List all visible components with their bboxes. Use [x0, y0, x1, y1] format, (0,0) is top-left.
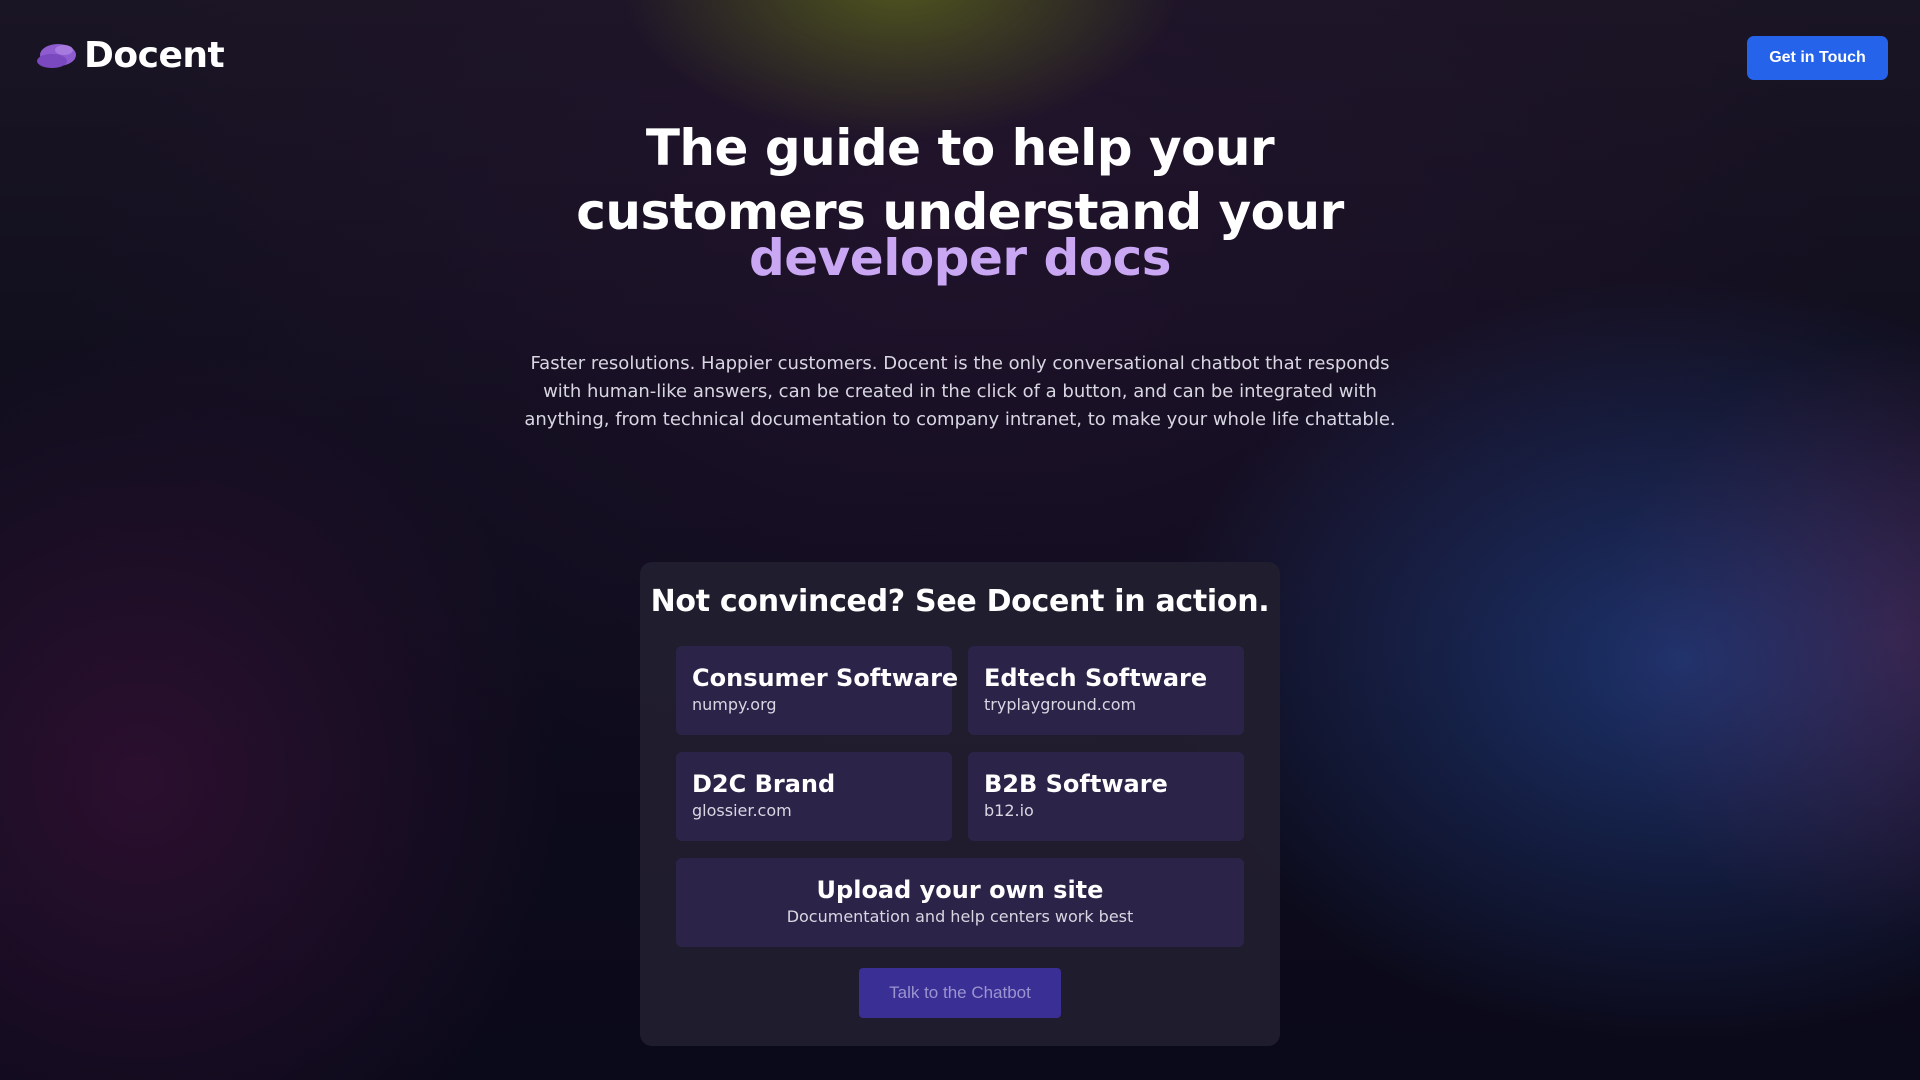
demo-option-subtitle: numpy.org [692, 695, 777, 714]
brand-name: Docent [84, 35, 225, 76]
demo-option-d2c-brand[interactable]: D2C Brand glossier.com [676, 752, 952, 841]
demo-option-subtitle: tryplayground.com [984, 695, 1137, 714]
get-in-touch-button[interactable]: Get in Touch [1747, 36, 1888, 80]
demo-option-title: Consumer Software [692, 664, 959, 692]
hero-section: The guide to help your customers underst… [460, 116, 1460, 290]
upload-title: Upload your own site [816, 876, 1104, 904]
demo-card: Not convinced? See Docent in action. Con… [640, 562, 1280, 1046]
demo-option-subtitle: b12.io [984, 801, 1034, 820]
demo-option-title: D2C Brand [692, 770, 836, 798]
demo-option-title: Edtech Software [984, 664, 1208, 692]
demo-option-b2b-software[interactable]: B2B Software b12.io [968, 752, 1244, 841]
hero-title-line-1: The guide to help your [645, 119, 1275, 177]
demo-option-edtech-software[interactable]: Edtech Software tryplayground.com [968, 646, 1244, 735]
upload-subtitle: Documentation and help centers work best [786, 907, 1134, 926]
demo-title: Not convinced? See Docent in action. [650, 584, 1270, 619]
demo-option-title: B2B Software [984, 770, 1168, 798]
brand-logo[interactable]: Docent [36, 34, 225, 78]
demo-option-consumer-software[interactable]: Consumer Software numpy.org [676, 646, 959, 735]
beret-icon [37, 44, 76, 68]
talk-to-chatbot-button[interactable]: Talk to the Chatbot [859, 968, 1061, 1018]
top-nav: Docent Get in Touch [0, 0, 1920, 116]
hero-heading: The guide to help your customers underst… [460, 116, 1460, 290]
demo-option-subtitle: glossier.com [692, 801, 792, 820]
hero-description: Faster resolutions. Happier customers. D… [524, 353, 1396, 430]
upload-own-site-option[interactable]: Upload your own site Documentation and h… [676, 858, 1244, 947]
